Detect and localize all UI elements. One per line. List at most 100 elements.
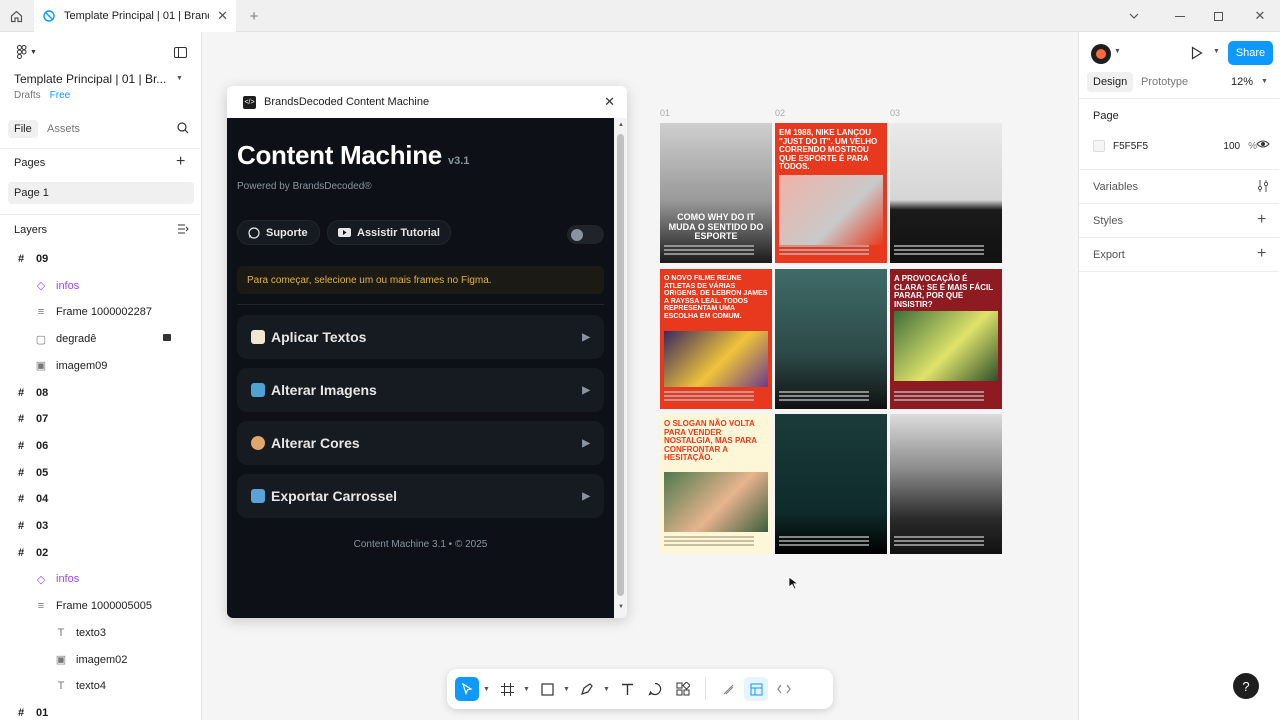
add-style-icon[interactable]: + [1257,211,1266,229]
scrollbar[interactable]: ▲ ▼ [614,118,627,618]
layer-row[interactable]: #08 [0,380,200,406]
theme-toggle[interactable] [567,225,604,244]
move-tool-button[interactable] [455,677,479,701]
chevron-down-icon[interactable]: ▼ [1213,48,1220,55]
new-tab-icon[interactable]: + [246,8,262,25]
shape-tool-button[interactable] [535,677,559,701]
file-title[interactable]: Template Principal | 01 | Br... [14,72,166,86]
chevron-down-icon[interactable]: ▼ [1114,48,1121,55]
page-color-row[interactable]: F5F5F5 100 % [1093,137,1257,155]
frame-label[interactable]: 03 [890,108,900,118]
text-tool-button[interactable] [615,677,639,701]
zoom-level[interactable]: 12% [1231,76,1253,88]
chevron-down-icon[interactable]: ▼ [483,686,491,693]
design-mode-button[interactable] [744,677,768,701]
plugin-heading: Content Machine v3.1 [237,140,469,171]
export-heading[interactable]: Export [1093,249,1125,261]
tutorial-button[interactable]: Assistir Tutorial [327,220,451,245]
layers-list-icon[interactable] [178,224,189,234]
layer-row[interactable]: ▣ imagem02 [0,647,200,673]
layer-row[interactable]: ≡ Frame 1000005005 [0,593,200,619]
frame-label[interactable]: 01 [660,108,670,118]
plan-badge[interactable]: Free [50,90,71,101]
chevron-down-icon[interactable]: ▼ [176,75,183,82]
frame-label[interactable]: 02 [775,108,785,118]
layer-row[interactable]: ≡ Frame 1000002287 [0,299,200,325]
add-page-icon[interactable]: + [176,153,185,171]
tab-assets[interactable]: Assets [47,123,80,135]
layer-row[interactable]: ◇ infos [0,566,200,592]
carousel-frame[interactable] [775,269,887,409]
help-button[interactable]: ? [1233,673,1259,699]
color-swatch[interactable] [1093,140,1105,152]
carousel-frame[interactable]: O NOVO FILME REÚNE ATLETAS DE VÁRIAS ORI… [660,269,772,409]
carousel-frame[interactable] [890,123,1002,263]
carousel-frame[interactable] [890,414,1002,554]
close-window-icon[interactable]: ✕ [1252,8,1268,24]
layer-row[interactable]: #01 [0,700,200,720]
change-images-button[interactable]: Alterar Imagens ▶ [237,368,604,412]
page-color-value[interactable]: F5F5F5 [1113,141,1215,152]
layer-row[interactable]: Ttexto4 [0,673,200,699]
add-export-icon[interactable]: + [1257,245,1266,263]
layer-row[interactable]: #03 [0,513,200,539]
layer-row[interactable]: #04 [0,486,200,512]
chevron-down-icon[interactable]: ▼ [1261,78,1268,85]
figma-menu-icon[interactable]: ▼ [14,44,40,60]
layer-row[interactable]: ▢ degradê [0,326,200,352]
carousel-frame[interactable]: EM 1988, NIKE LANÇOU "JUST DO IT". UM VE… [775,123,887,263]
carousel-frame[interactable] [775,414,887,554]
carousel-frame[interactable]: A PROVOCAÇÃO É CLARA: SE É MAIS FÁCIL PA… [890,269,1002,409]
actions-tool-button[interactable] [671,677,695,701]
change-colors-button[interactable]: Alterar Cores ▶ [237,421,604,465]
home-icon[interactable] [8,8,24,24]
chevron-down-icon[interactable]: ▼ [603,686,611,693]
apply-texts-button[interactable]: Aplicar Textos ▶ [237,315,604,359]
text-layer-icon: T [57,626,65,639]
carousel-frame[interactable]: COMO WHY DO IT MUDA O SENTIDO DO ESPORTE [660,123,772,263]
restore-icon[interactable] [1210,8,1226,24]
support-button[interactable]: Suporte [237,220,320,245]
tab-file[interactable]: File [8,120,38,138]
layer-row[interactable]: #06 [0,433,200,459]
share-button[interactable]: Share [1228,41,1273,65]
adjust-icon[interactable] [1257,180,1269,192]
dev-mode-button[interactable] [772,677,796,701]
layer-row[interactable]: #07 [0,406,200,432]
search-icon[interactable] [177,122,189,134]
layer-row[interactable]: #02 [0,540,200,566]
lock-icon[interactable] [163,334,171,342]
pen-tool-button[interactable] [575,677,599,701]
chevron-down-icon[interactable]: ▼ [563,686,571,693]
frame-caption [779,391,869,403]
draw-mode-button[interactable] [716,677,740,701]
layer-row[interactable]: #09 [0,246,200,272]
action-label: Alterar Cores [271,435,360,451]
comment-tool-button[interactable] [643,677,667,701]
close-icon[interactable]: ✕ [604,94,615,110]
frame-tool-button[interactable] [495,677,519,701]
close-tab-icon[interactable]: ✕ [217,8,228,24]
file-tab[interactable]: Template Principal | 01 | BrandsD ✕ [34,0,236,32]
layer-row[interactable]: #05 [0,460,200,486]
drafts-label[interactable]: Drafts [14,90,41,101]
carousel-frame[interactable]: O SLOGAN NÃO VOLTA PARA VENDER NOSTALGIA… [660,414,772,554]
sidebar-toggle-icon[interactable] [172,44,188,60]
chevron-down-icon[interactable]: ▼ [523,686,531,693]
variables-heading[interactable]: Variables [1093,181,1138,193]
page-item[interactable]: Page 1 [8,182,194,204]
tab-prototype[interactable]: Prototype [1141,76,1188,88]
present-icon[interactable] [1191,46,1203,60]
page-opacity[interactable]: 100 [1223,141,1240,152]
cursor-icon [788,576,800,593]
minimize-icon[interactable] [1172,8,1188,24]
chevron-down-icon[interactable] [1126,8,1142,24]
avatar[interactable] [1091,44,1111,64]
export-carousel-button[interactable]: Exportar Carrossel ▶ [237,474,604,518]
eye-icon[interactable] [1256,139,1270,149]
layer-row[interactable]: ◇ infos [0,273,200,299]
styles-heading[interactable]: Styles [1093,215,1123,227]
layer-row[interactable]: Ttexto3 [0,620,200,646]
layer-row[interactable]: ▣ imagem09 [0,353,200,379]
tab-design[interactable]: Design [1087,72,1134,92]
